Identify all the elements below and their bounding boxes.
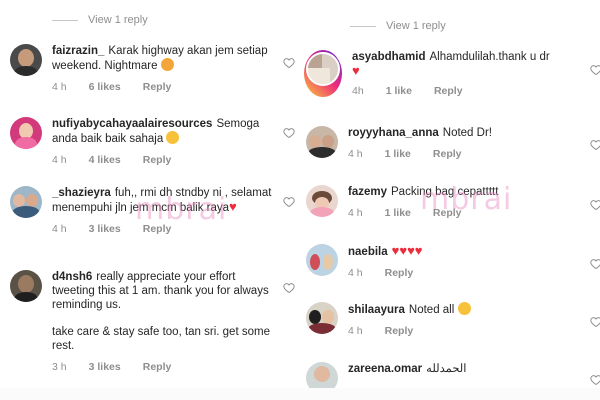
comment-username[interactable]: _shazieyra [52,187,111,199]
comment-text-continued: take care & stay safe too, tan sri. get … [52,326,270,352]
comment-username[interactable]: asyabdhamid [352,51,426,63]
like-heart-icon[interactable] [590,315,600,328]
comment-meta: 4 h 1 like Reply [348,148,492,160]
comment-time: 4 h [52,81,67,93]
comment-text: shilaayura Noted all [348,302,471,317]
comment-username[interactable]: d4nsh6 [52,271,92,283]
comment-item: nufiyabycahayaalairesources Semoga anda b… [10,117,280,166]
comment-meta: 3 h 3 likes Reply [52,361,280,373]
view-replies-link[interactable]: View 1 reply [52,14,148,26]
comment-time: 4 h [348,325,363,337]
divider-line [350,25,376,27]
like-heart-icon[interactable] [590,257,600,270]
comment-text: naebila ♥♥♥♥ [348,244,435,259]
comment-meta: 4 h Reply [348,325,471,337]
comment-time: 4 h [348,267,363,279]
avatar[interactable] [306,126,338,158]
reply-button[interactable]: Reply [433,148,462,160]
red-heart-icon: ♥ [229,199,237,214]
reply-button[interactable]: Reply [143,223,172,235]
like-heart-icon[interactable] [590,138,600,151]
comment-username[interactable]: royyyhana_anna [348,127,439,139]
reply-button[interactable]: Reply [143,361,172,373]
comment-likes[interactable]: 1 like [386,85,412,97]
comment-username[interactable]: faizrazin_ [52,45,104,57]
left-comments-panel: View 1 reply faizrazin_ Karak highway aka… [0,0,300,400]
reply-button[interactable]: Reply [433,207,462,219]
avatar[interactable] [306,244,338,276]
reply-button[interactable]: Reply [143,154,172,166]
heart-eyes-icon [457,302,471,315]
comment-item: faizrazin_ Karak highway akan jem setiap … [10,44,280,93]
comment-meta: 4 h 6 likes Reply [52,81,280,93]
comment-meta: 4 h 1 like Reply [348,207,498,219]
comment-meta: 4 h Reply [348,267,435,279]
comment-username[interactable]: fazemy [348,186,387,198]
reply-button[interactable]: Reply [385,325,414,337]
red-heart-icon: ♥ [352,63,360,78]
comment-likes[interactable]: 4 likes [89,154,121,166]
reply-button[interactable]: Reply [143,81,172,93]
reply-button[interactable]: Reply [434,85,463,97]
comment-text: zareena.omar الحمدلله [348,363,467,375]
comment-item: asyabdhamid Alhamdulilah.thank u dr ♥ 4h 1… [304,50,588,97]
comment-text: d4nsh6 really appreciate your effort twee… [52,271,269,311]
comment-likes[interactable]: 1 like [385,148,411,160]
comment-text: asyabdhamid Alhamdulilah.thank u dr ♥ [352,51,550,78]
comment-time: 4 h [52,154,67,166]
divider-line [52,19,78,21]
comment-item: _shazieyra fuh,, rmi dh stndby ni , selam… [10,186,280,235]
comment-time: 4 h [348,148,363,160]
comment-meta: 4 h 3 likes Reply [52,223,280,235]
comment-text: faizrazin_ Karak highway akan jem setiap … [52,45,268,72]
avatar[interactable] [10,44,42,76]
comment-meta: 4 h 4 likes Reply [52,154,280,166]
right-comments-panel: View 1 reply asyabdhamid Alhamdulilah.tha… [300,0,600,400]
bottom-emoji-strip [0,388,600,400]
avatar[interactable] [10,270,42,302]
comment-likes[interactable]: 1 like [385,207,411,219]
comment-time: 3 h [52,361,67,373]
red-heart-icon: ♥♥♥♥ [391,243,423,258]
avatar[interactable] [306,302,338,334]
avatar-story-ring[interactable] [304,50,342,97]
comment-item: fazemy Packing bag cepattttt 4 h 1 like R… [306,185,586,219]
like-heart-icon[interactable] [590,198,600,211]
comment-username[interactable]: naebila [348,246,388,258]
comment-text: fazemy Packing bag cepattttt [348,186,499,198]
comment-text: royyyhana_anna Noted Dr! [348,127,492,139]
like-heart-icon[interactable] [283,56,295,69]
comment-likes[interactable]: 3 likes [89,361,121,373]
comment-text: _shazieyra fuh,, rmi dh stndby ni , selam… [52,187,272,214]
comment-item: naebila ♥♥♥♥ 4 h Reply [306,244,586,279]
comment-username[interactable]: shilaayura [348,304,405,316]
like-heart-icon[interactable] [283,126,295,139]
comment-likes[interactable]: 6 likes [89,81,121,93]
like-heart-icon[interactable] [590,373,600,386]
like-heart-icon[interactable] [590,63,600,76]
comment-meta: 4h 1 like Reply [352,85,550,97]
avatar[interactable] [10,186,42,218]
reply-button[interactable]: Reply [385,267,414,279]
view-replies-link[interactable]: View 1 reply [350,20,446,32]
comment-time: 4h [352,85,364,97]
comment-username[interactable]: zareena.omar [348,363,422,375]
like-heart-icon[interactable] [283,281,295,294]
comment-text: nufiyabycahayaalairesources Semoga anda b… [52,118,260,145]
comment-time: 4 h [348,207,363,219]
comment-item: d4nsh6 really appreciate your effort twee… [10,270,280,373]
comment-time: 4 h [52,223,67,235]
frustrated-face-icon [160,58,174,71]
avatar[interactable] [306,185,338,217]
comment-username[interactable]: nufiyabycahayaalairesources [52,118,212,130]
comment-item: royyyhana_anna Noted Dr! 4 h 1 like Reply [306,126,586,160]
avatar[interactable] [10,117,42,149]
avatar[interactable] [306,52,340,86]
like-heart-icon[interactable] [283,195,295,208]
smiling-face-icon [166,131,180,144]
comment-likes[interactable]: 3 likes [89,223,121,235]
comment-item: shilaayura Noted all 4 h Reply [306,302,586,337]
